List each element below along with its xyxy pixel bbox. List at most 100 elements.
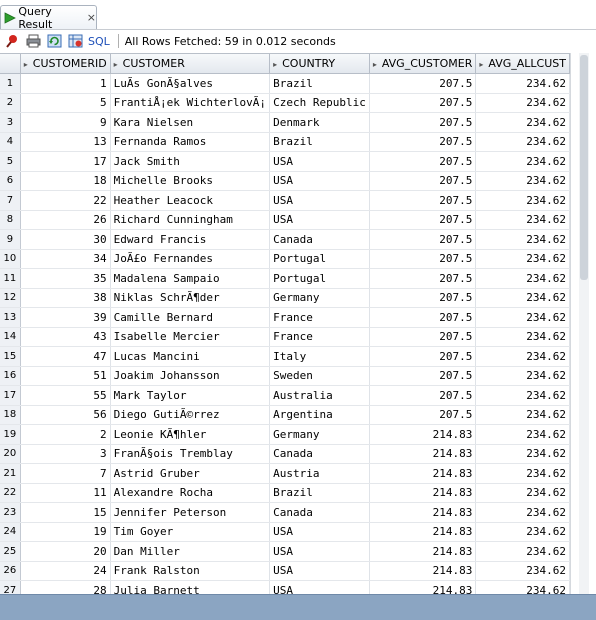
cell-country[interactable]: Portugal: [269, 268, 370, 289]
cell-country[interactable]: USA: [269, 171, 370, 191]
cell-customer[interactable]: LuÃ­s GonÃ§alves: [110, 73, 271, 94]
cell-customerid[interactable]: 17: [20, 151, 111, 172]
cell-avg-allcust[interactable]: 234.62: [475, 561, 570, 581]
cell-avg-customer[interactable]: 207.5: [369, 366, 477, 386]
table-row[interactable]: 11 35 Madalena Sampaio Portugal 207.5 234.62: [0, 268, 570, 289]
cell-customerid[interactable]: 43: [20, 327, 111, 347]
row-number[interactable]: 11: [0, 268, 21, 289]
cell-avg-customer[interactable]: 214.83: [369, 522, 477, 542]
cell-customerid[interactable]: 26: [20, 210, 111, 230]
row-number[interactable]: 18: [0, 405, 21, 425]
cell-avg-allcust[interactable]: 234.62: [475, 463, 570, 484]
cell-customer[interactable]: Alexandre Rocha: [110, 483, 271, 503]
cell-avg-allcust[interactable]: 234.62: [475, 132, 570, 152]
cell-customer[interactable]: Tim Goyer: [110, 522, 271, 542]
cell-customerid[interactable]: 47: [20, 346, 111, 367]
row-number[interactable]: 9: [0, 229, 21, 250]
cell-customer[interactable]: Niklas SchrÃ¶der: [110, 288, 271, 308]
cell-customerid[interactable]: 35: [20, 268, 111, 289]
cell-customer[interactable]: Jack Smith: [110, 151, 271, 172]
cell-avg-allcust[interactable]: 234.62: [475, 405, 570, 425]
cell-customerid[interactable]: 22: [20, 190, 111, 211]
cell-country[interactable]: Austria: [269, 463, 370, 484]
table-row[interactable]: 6 18 Michelle Brooks USA 207.5 234.62: [0, 171, 570, 191]
cell-avg-customer[interactable]: 207.5: [369, 385, 477, 406]
cell-customer[interactable]: JoÃ£o Fernandes: [110, 249, 271, 269]
cell-avg-customer[interactable]: 207.5: [369, 405, 477, 425]
cell-avg-allcust[interactable]: 234.62: [475, 424, 570, 445]
cell-customer[interactable]: Jennifer Peterson: [110, 502, 271, 523]
print-icon[interactable]: [24, 32, 42, 50]
column-header-country[interactable]: ▸ COUNTRY: [269, 54, 370, 74]
cell-customerid[interactable]: 18: [20, 171, 111, 191]
sql-button[interactable]: SQL: [88, 35, 110, 48]
cell-customer[interactable]: Mark Taylor: [110, 385, 271, 406]
cell-customerid[interactable]: 7: [20, 463, 111, 484]
table-row[interactable]: 10 34 JoÃ£o Fernandes Portugal 207.5 234.62: [0, 249, 570, 269]
cell-country[interactable]: Sweden: [269, 366, 370, 386]
table-row[interactable]: 16 51 Joakim Johansson Sweden 207.5 234.62: [0, 366, 570, 386]
row-number[interactable]: 27: [0, 580, 21, 595]
cell-avg-customer[interactable]: 207.5: [369, 190, 477, 211]
cell-avg-allcust[interactable]: 234.62: [475, 93, 570, 113]
row-number[interactable]: 19: [0, 424, 21, 445]
cell-avg-allcust[interactable]: 234.62: [475, 522, 570, 542]
cell-avg-customer[interactable]: 214.83: [369, 541, 477, 562]
row-number[interactable]: 24: [0, 522, 21, 542]
cell-avg-customer[interactable]: 214.83: [369, 444, 477, 464]
cell-customerid[interactable]: 28: [20, 580, 111, 595]
cell-country[interactable]: Argentina: [269, 405, 370, 425]
cell-country[interactable]: Portugal: [269, 249, 370, 269]
cell-country[interactable]: Czech Republic: [269, 93, 370, 113]
cell-avg-customer[interactable]: 207.5: [369, 327, 477, 347]
cell-country[interactable]: Australia: [269, 385, 370, 406]
row-number[interactable]: 12: [0, 288, 21, 308]
cell-avg-allcust[interactable]: 234.62: [475, 210, 570, 230]
cell-avg-customer[interactable]: 214.83: [369, 580, 477, 595]
cell-country[interactable]: USA: [269, 561, 370, 581]
cell-avg-allcust[interactable]: 234.62: [475, 171, 570, 191]
table-row[interactable]: 3 9 Kara Nielsen Denmark 207.5 234.62: [0, 112, 570, 133]
table-row[interactable]: 18 56 Diego GutiÃ©rrez Argentina 207.5 234.62: [0, 405, 570, 425]
cell-customer[interactable]: Frank Ralston: [110, 561, 271, 581]
cell-avg-customer[interactable]: 207.5: [369, 229, 477, 250]
table-row[interactable]: 12 38 Niklas SchrÃ¶der Germany 207.5 234.62: [0, 288, 570, 308]
cell-country[interactable]: Brazil: [269, 73, 370, 94]
row-number[interactable]: 26: [0, 561, 21, 581]
cell-customerid[interactable]: 30: [20, 229, 111, 250]
cell-avg-customer[interactable]: 214.83: [369, 502, 477, 523]
table-row[interactable]: 2 5 FrantiÅ¡ek WichterlovÃ¡ Czech Republic 2…: [0, 93, 570, 113]
table-row[interactable]: 14 43 Isabelle Mercier France 207.5 234.62: [0, 327, 570, 347]
cell-customerid[interactable]: 24: [20, 561, 111, 581]
cell-avg-allcust[interactable]: 234.62: [475, 483, 570, 503]
cell-avg-customer[interactable]: 207.5: [369, 151, 477, 172]
cell-customer[interactable]: Julia Barnett: [110, 580, 271, 595]
column-header-avg-customer[interactable]: ▸ AVG_CUSTOMER: [369, 54, 477, 74]
row-number[interactable]: 8: [0, 210, 21, 230]
cell-country[interactable]: Canada: [269, 229, 370, 250]
cell-country[interactable]: France: [269, 327, 370, 347]
row-number[interactable]: 6: [0, 171, 21, 191]
cell-country[interactable]: Germany: [269, 288, 370, 308]
table-row[interactable]: 15 47 Lucas Mancini Italy 207.5 234.62: [0, 346, 570, 367]
column-header-customerid[interactable]: ▸ CUSTOMERID: [20, 54, 111, 74]
cell-avg-customer[interactable]: 214.83: [369, 483, 477, 503]
cell-customer[interactable]: Dan Miller: [110, 541, 271, 562]
cell-avg-customer[interactable]: 207.5: [369, 307, 477, 328]
table-row[interactable]: 13 39 Camille Bernard France 207.5 234.62: [0, 307, 570, 328]
cell-customer[interactable]: Astrid Gruber: [110, 463, 271, 484]
cell-customerid[interactable]: 5: [20, 93, 111, 113]
cell-avg-customer[interactable]: 207.5: [369, 112, 477, 133]
query-result-tab[interactable]: Query Result ×: [0, 5, 97, 31]
cell-avg-allcust[interactable]: 234.62: [475, 366, 570, 386]
cell-avg-allcust[interactable]: 234.62: [475, 249, 570, 269]
row-number[interactable]: 10: [0, 249, 21, 269]
table-row[interactable]: 9 30 Edward Francis Canada 207.5 234.62: [0, 229, 570, 250]
cell-country[interactable]: France: [269, 307, 370, 328]
cell-avg-allcust[interactable]: 234.62: [475, 580, 570, 595]
table-row[interactable]: 21 7 Astrid Gruber Austria 214.83 234.62: [0, 463, 570, 484]
cell-customerid[interactable]: 3: [20, 444, 111, 464]
cell-customer[interactable]: FranÃ§ois Tremblay: [110, 444, 271, 464]
row-number[interactable]: 7: [0, 190, 21, 211]
table-row[interactable]: 1 1 LuÃ­s GonÃ§alves Brazil 207.5 234.62: [0, 73, 570, 94]
